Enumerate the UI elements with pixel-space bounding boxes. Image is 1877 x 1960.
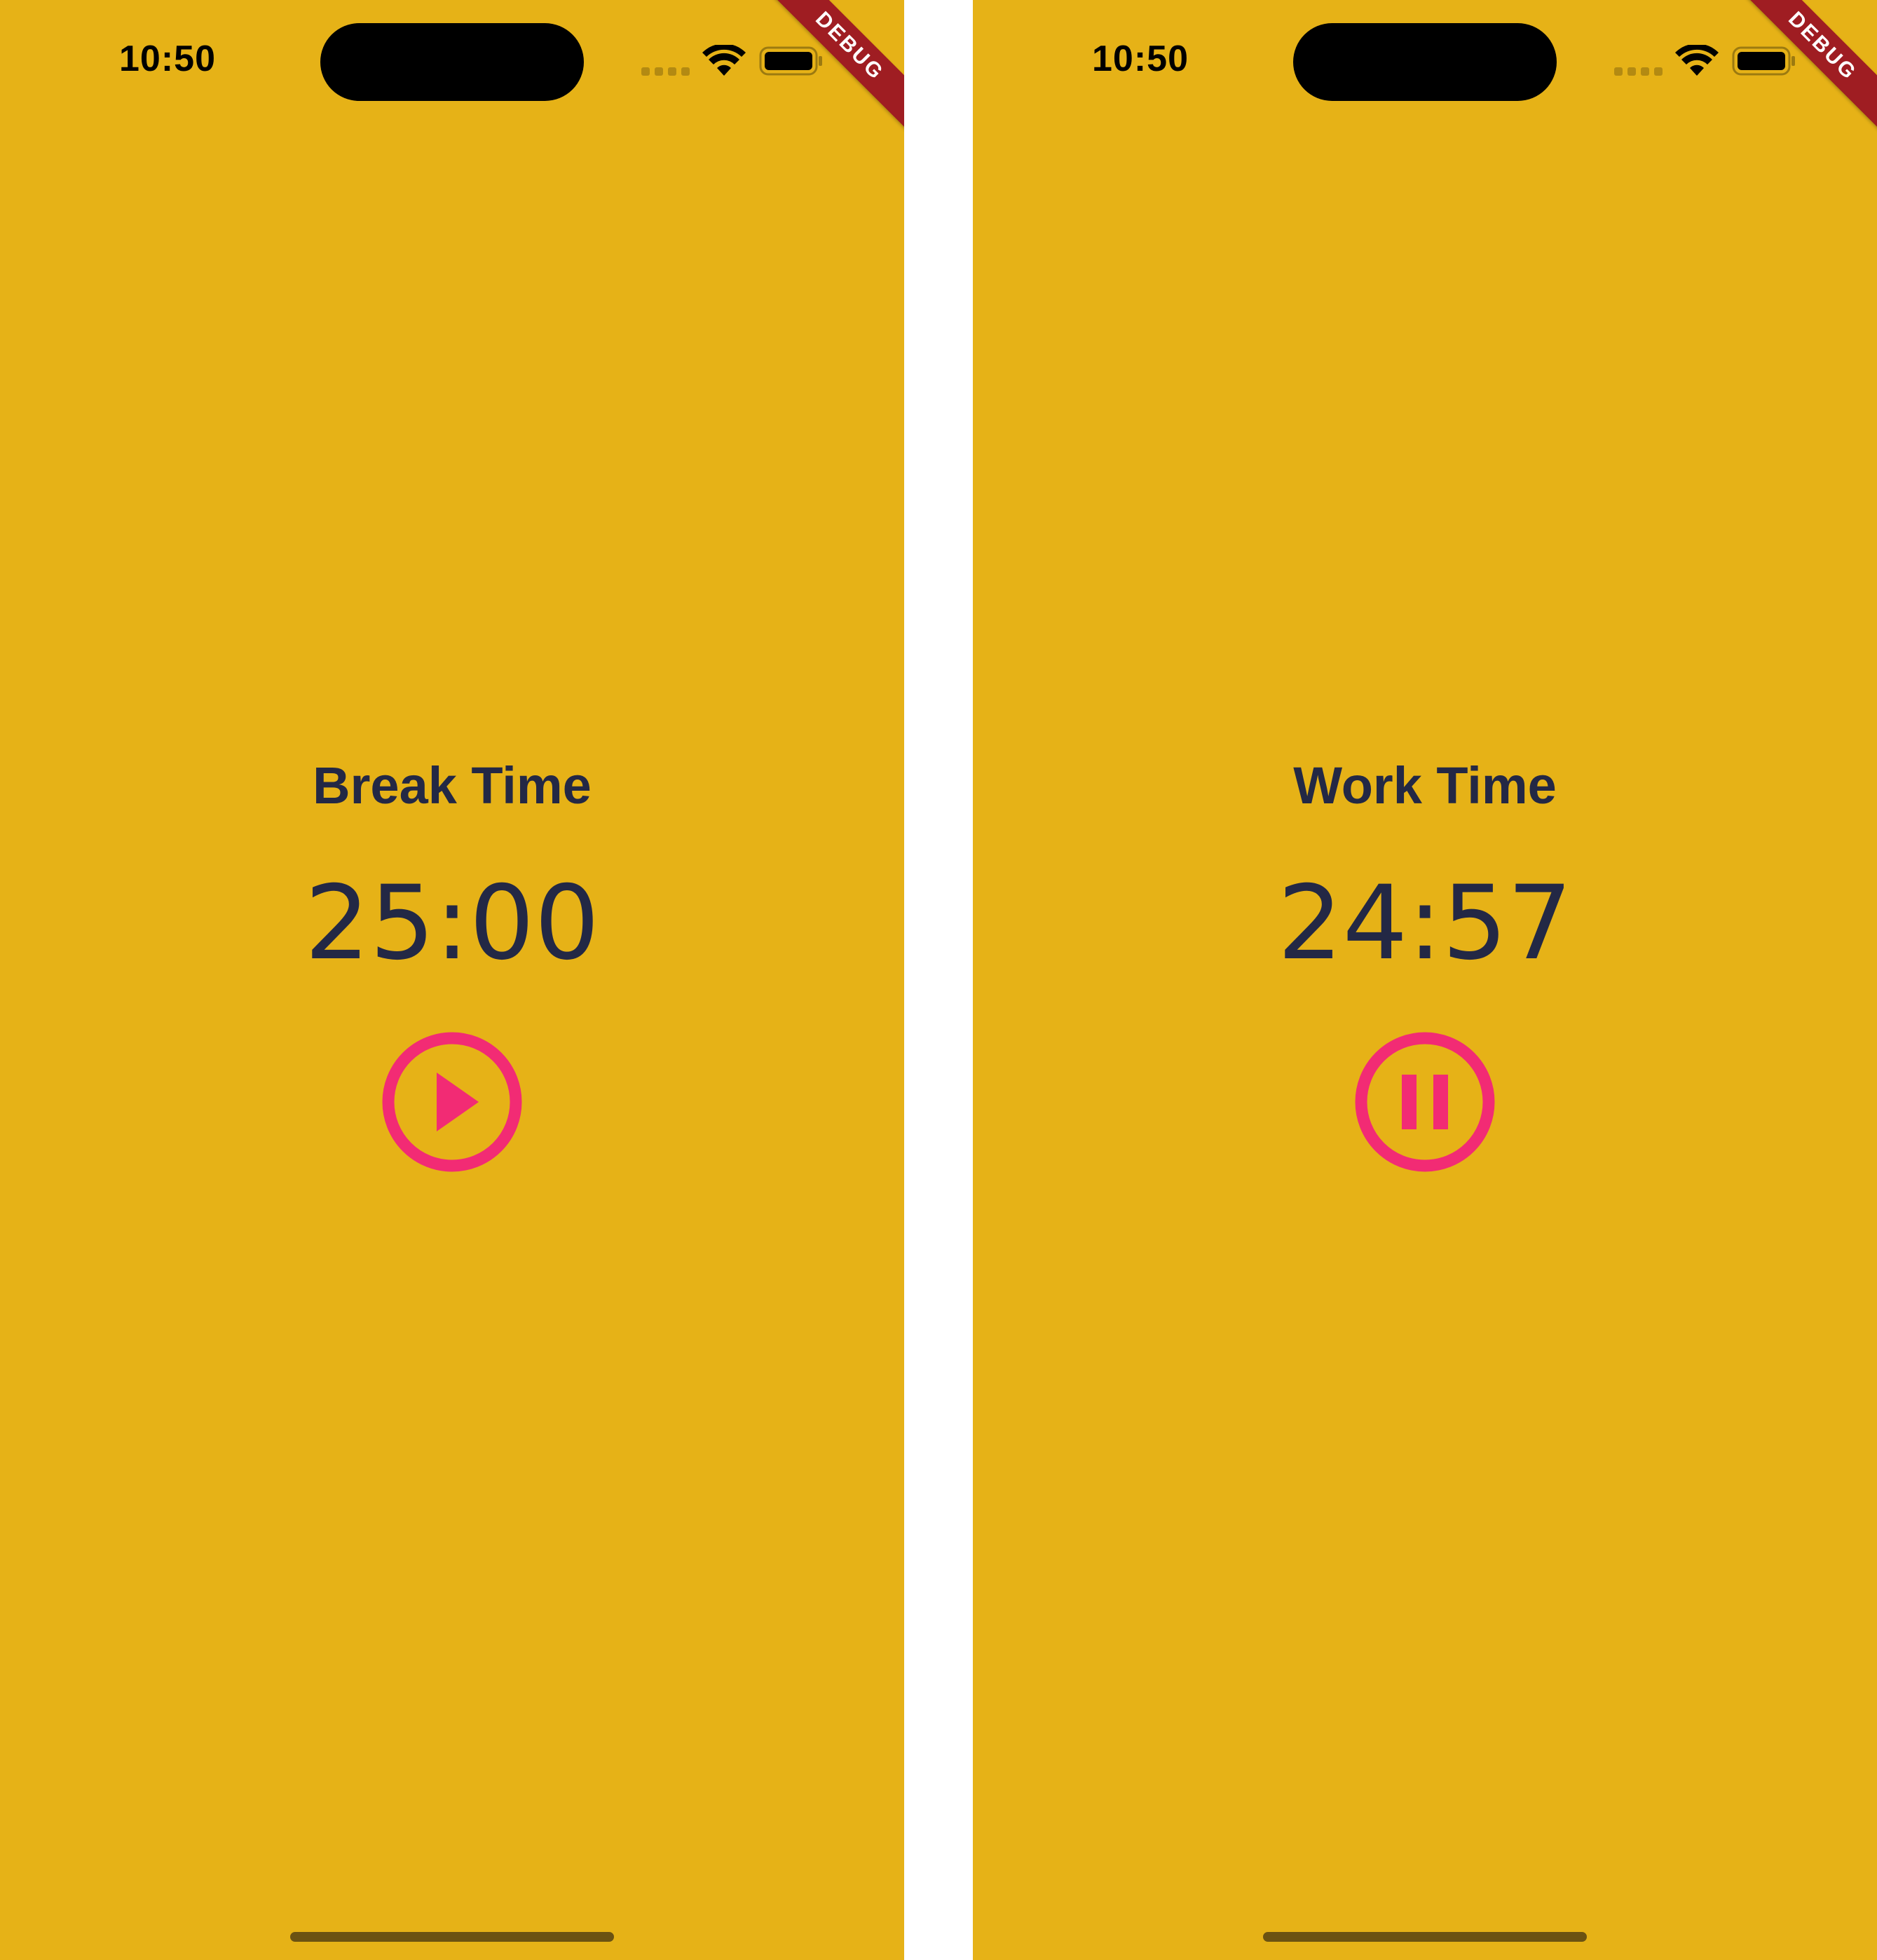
dynamic-island — [320, 23, 584, 101]
phone-screen-work: 10:50 DEBUG Work Time 24:57 — [973, 0, 1877, 1960]
status-time: 10:50 — [1092, 39, 1189, 79]
play-button[interactable] — [382, 1032, 522, 1172]
dynamic-island — [1293, 23, 1557, 101]
screenshot-comparison: 10:50 DEBUG Break Time 25:00 10:50 DEBUG… — [0, 0, 1877, 1960]
debug-banner-label: DEBUG — [757, 0, 904, 139]
home-indicator[interactable] — [1263, 1932, 1587, 1942]
pause-button[interactable] — [1355, 1032, 1495, 1172]
status-time: 10:50 — [119, 39, 216, 79]
timer-display: 24:57 — [1277, 864, 1573, 983]
debug-banner: DEBUG — [1709, 0, 1877, 168]
phone-screen-break: 10:50 DEBUG Break Time 25:00 — [0, 0, 904, 1960]
home-indicator[interactable] — [290, 1932, 614, 1942]
debug-banner-label: DEBUG — [1730, 0, 1877, 139]
debug-banner: DEBUG — [736, 0, 904, 168]
pause-circle-icon — [1355, 1032, 1495, 1172]
mode-label: Work Time — [1293, 756, 1557, 815]
cellular-signal-icon — [641, 67, 690, 76]
timer-display: 25:00 — [304, 864, 600, 983]
play-circle-icon — [382, 1032, 522, 1172]
mode-label: Break Time — [313, 756, 592, 815]
cellular-signal-icon — [1614, 67, 1663, 76]
